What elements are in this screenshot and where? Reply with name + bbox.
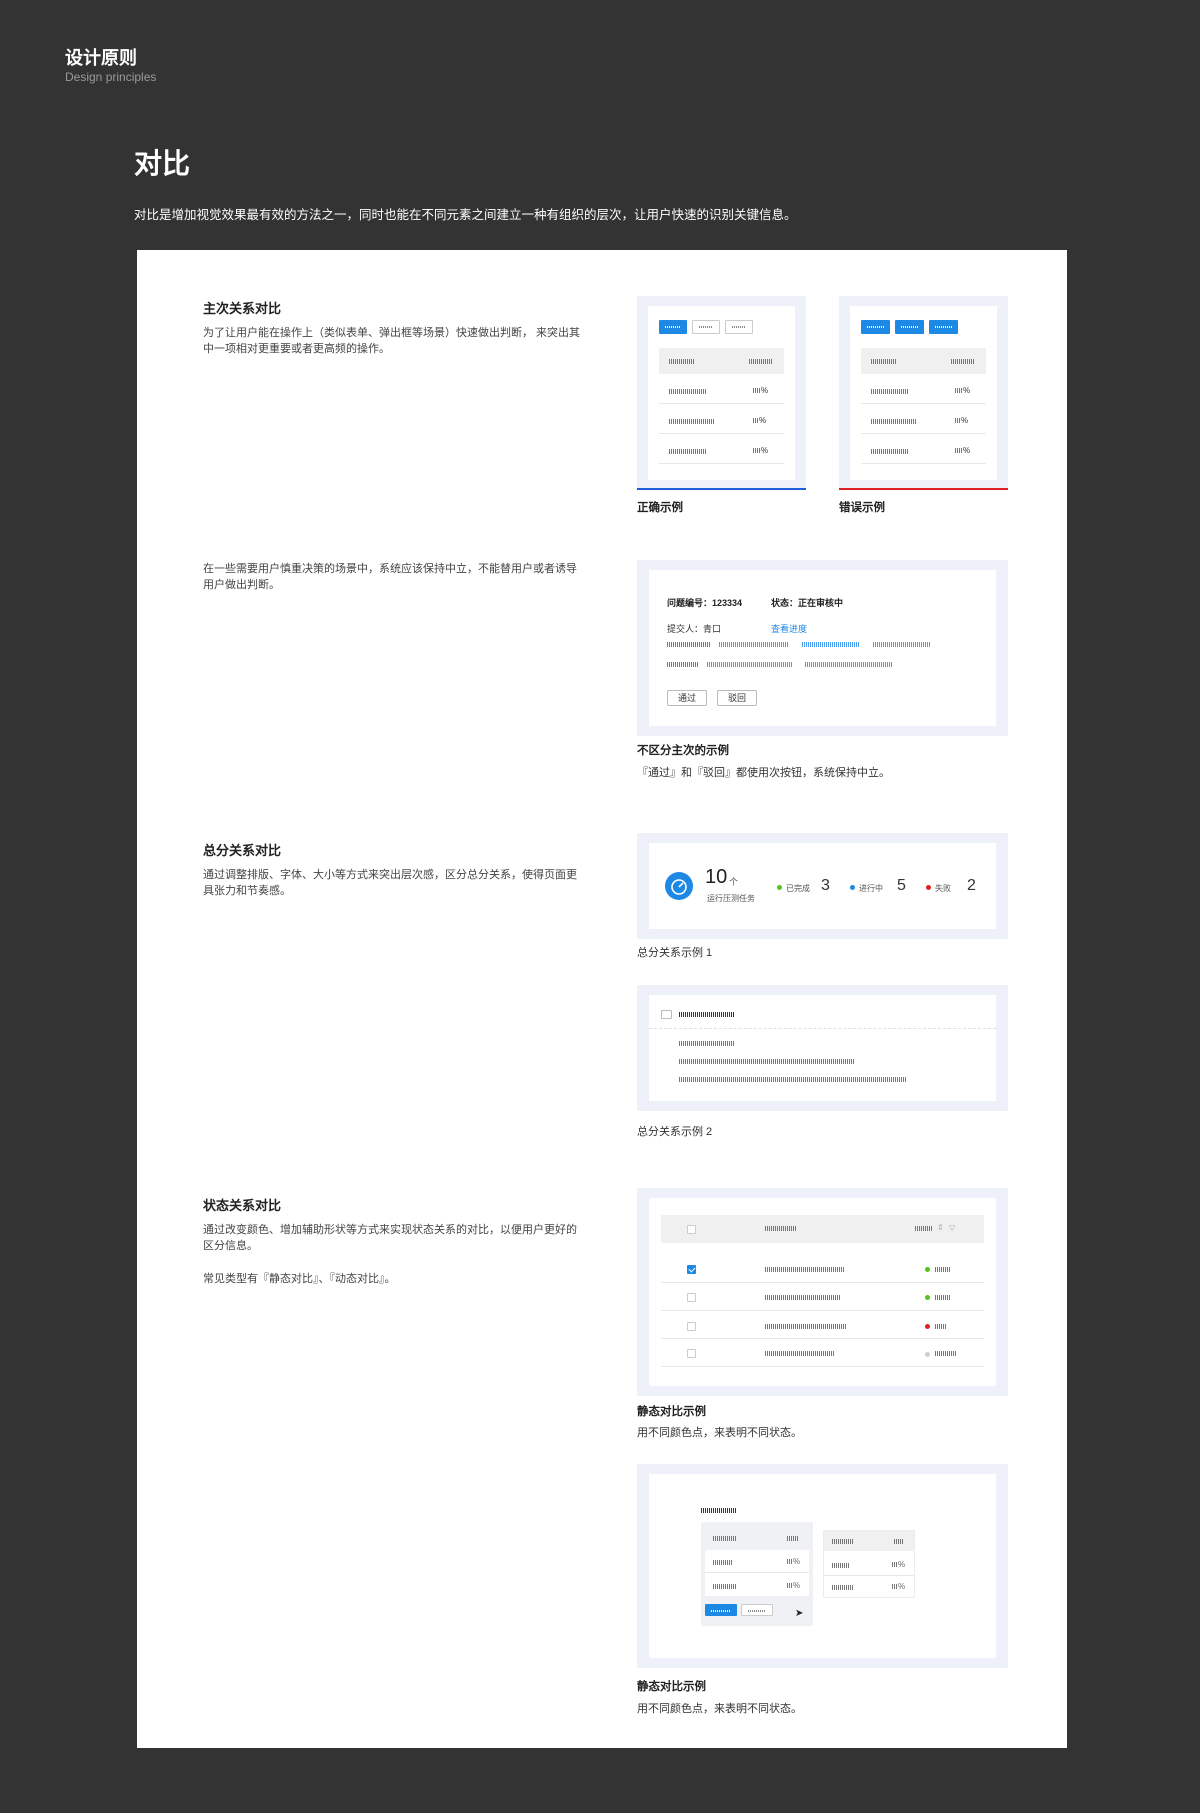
wrong-example-frame: % % % (839, 296, 1008, 490)
neutral-caption-sub: 『通过』和『驳回』都使用次按钮，系统保持中立。 (637, 767, 890, 779)
table-row (765, 1351, 835, 1356)
primary-button[interactable] (895, 320, 924, 334)
done-dot (777, 885, 782, 890)
table-row (669, 449, 707, 454)
table-header: ⇕ ▽ (661, 1215, 984, 1243)
reject-button[interactable]: 驳回 (717, 690, 757, 706)
row-checkbox[interactable] (687, 1293, 696, 1302)
table-row (871, 419, 917, 424)
summary-caption2: 总分关系示例 2 (637, 1126, 713, 1138)
submitter-text: 提交人：青口 (667, 624, 722, 634)
row-checkbox[interactable] (687, 1349, 696, 1358)
primary-button[interactable] (659, 320, 687, 334)
primary-button[interactable] (705, 1604, 737, 1616)
correct-caption: 正确示例 (637, 502, 683, 514)
block1-title: 主次关系对比 (203, 301, 282, 316)
table-row (871, 389, 909, 394)
failed-value: 2 (967, 877, 976, 894)
total-unit: 个 (729, 877, 739, 887)
section-description: 对比是增加视觉效果最有效的方法之一，同时也能在不同元素之间建立一种有组织的层次，… (134, 208, 797, 222)
wrong-underline (839, 488, 1008, 490)
correct-example-frame: % % % (637, 296, 806, 490)
issue-number: 问题编号：123334 (667, 598, 743, 608)
running-label: 进行中 (859, 884, 883, 893)
static-caption1-sub: 用不同颜色点，来表明不同状态。 (637, 1427, 802, 1439)
table-row (871, 449, 909, 454)
status-text: 状态：正在审核中 (771, 598, 844, 608)
summary-caption1: 总分关系示例 1 (637, 947, 713, 959)
status-dot-success (925, 1295, 930, 1300)
block2-text: 在一些需要用户慎重决策的场景中，系统应该保持中立，不能替用户或者诱导用户做出判断… (203, 563, 577, 591)
secondary-button[interactable] (741, 1604, 773, 1616)
block4-text1: 通过改变颜色、增加辅助形状等方式来实现状态关系的对比，以便用户更好的区分信息。 (203, 1224, 577, 1252)
cursor-icon: ➤ (795, 1608, 804, 1619)
table-header (861, 348, 986, 374)
static-example1-frame: ⇕ ▽ (637, 1188, 1008, 1396)
block3-title: 总分关系对比 (203, 843, 282, 858)
table-header (659, 348, 784, 374)
secondary-button[interactable] (725, 320, 753, 334)
summary-example1-frame: 10 个 运行压测任务 已完成 3 进行中 5 失败 2 (637, 833, 1008, 939)
failed-dot (926, 885, 931, 890)
table-row (765, 1267, 845, 1272)
status-dot-success (925, 1267, 930, 1272)
block4-title: 状态关系对比 (203, 1198, 282, 1213)
static-caption1: 静态对比示例 (637, 1406, 706, 1418)
total-label: 运行压测任务 (707, 894, 755, 903)
wrong-caption: 错误示例 (839, 502, 885, 514)
static-example2-frame: % % ➤ % % (637, 1464, 1008, 1668)
running-dot (850, 885, 855, 890)
section-title: 对比 (134, 148, 191, 179)
neutral-caption: 不区分主次的示例 (637, 745, 729, 757)
speedometer-icon (665, 872, 693, 900)
running-value: 5 (897, 877, 906, 894)
secondary-button[interactable] (692, 320, 720, 334)
primary-button[interactable] (929, 320, 958, 334)
normal-card[interactable]: % % (823, 1530, 915, 1598)
comment-icon (661, 1010, 672, 1019)
sort-icon[interactable]: ⇕ (937, 1223, 944, 1232)
block1-text: 为了让用户能在操作上（类似表单、弹出框等场景）快速做出判断， 来突出其中一项相对… (203, 327, 581, 355)
row-checkbox[interactable] (687, 1265, 696, 1274)
table-row (765, 1295, 841, 1300)
total-value: 10 (705, 866, 728, 888)
row-checkbox[interactable] (687, 1322, 696, 1331)
page-header-subtitle: Design principles (65, 70, 157, 84)
select-all-checkbox[interactable] (687, 1225, 696, 1234)
failed-label: 失败 (935, 884, 951, 893)
filter-icon[interactable]: ▽ (949, 1223, 955, 1232)
static-caption2: 静态对比示例 (637, 1681, 706, 1693)
correct-underline (637, 488, 806, 490)
view-progress-link[interactable]: 查看进度 (771, 622, 807, 635)
table-row (669, 419, 715, 424)
block4-text2: 常见类型有『静态对比』、『动态对比』。 (203, 1273, 396, 1285)
static-caption2-sub: 用不同颜色点，来表明不同状态。 (637, 1703, 802, 1715)
pass-button[interactable]: 通过 (667, 690, 707, 706)
done-label: 已完成 (786, 884, 810, 893)
table-row (765, 1324, 847, 1329)
done-value: 3 (821, 877, 830, 894)
primary-button[interactable] (861, 320, 890, 334)
status-dot-default (925, 1352, 930, 1357)
status-dot-error (925, 1324, 930, 1329)
hover-card[interactable]: % % ➤ (701, 1522, 813, 1626)
table-row (669, 389, 707, 394)
block3-text: 通过调整排版、字体、大小等方式来突出层次感，区分总分关系，使得页面更具张力和节奏… (203, 869, 577, 897)
neutral-example-frame: 问题编号：123334 状态：正在审核中 提交人：青口 查看进度 通过 驳回 (637, 560, 1008, 736)
content-card: 主次关系对比 为了让用户能在操作上（类似表单、弹出框等场景）快速做出判断， 来突… (137, 250, 1067, 1748)
page-header-title: 设计原则 (65, 48, 137, 68)
summary-example2-frame (637, 985, 1008, 1111)
